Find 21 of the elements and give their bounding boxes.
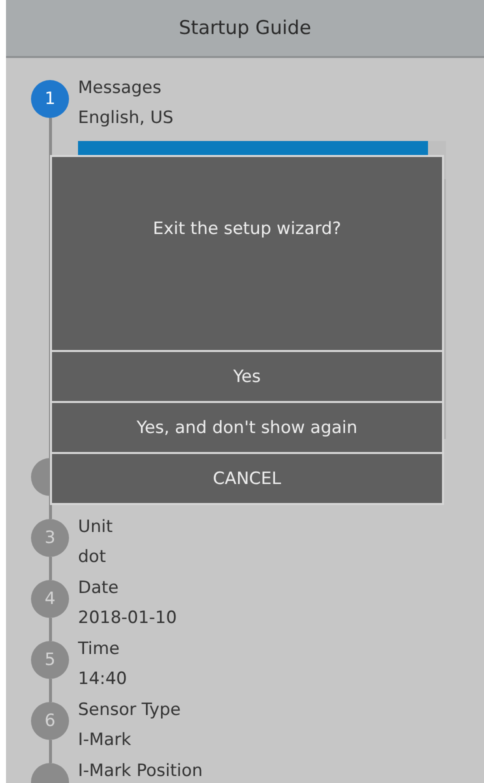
step-value: I-Mark — [78, 729, 132, 752]
step-number-icon: 4 — [31, 580, 69, 618]
step-title[interactable]: Time — [78, 634, 484, 664]
screen-title: Startup Guide — [178, 17, 312, 39]
step-number-icon: 5 — [31, 641, 69, 679]
step-value: 14:40 — [78, 668, 128, 691]
step-value: English, US — [78, 107, 174, 130]
dialog-button[interactable]: CANCEL — [52, 454, 442, 503]
step-number-icon: 3 — [31, 519, 69, 557]
step-value: dot — [78, 546, 107, 569]
step-number-icon: 6 — [31, 702, 69, 740]
step-title[interactable]: Date — [78, 573, 484, 603]
dialog-message: Exit the setup wizard? — [152, 219, 342, 241]
step-title[interactable]: Messages — [78, 73, 484, 103]
step-value: 2018-01-10 — [78, 607, 178, 630]
step-title[interactable]: Sensor Type — [78, 695, 484, 725]
step-number-icon: 1 — [31, 80, 69, 118]
step-title[interactable]: Unit — [78, 512, 484, 542]
step-title[interactable]: I-Mark Position — [78, 756, 484, 783]
dialog-button[interactable]: Yes — [52, 352, 442, 401]
dialog-button[interactable]: Yes, and don't show again — [52, 403, 442, 452]
